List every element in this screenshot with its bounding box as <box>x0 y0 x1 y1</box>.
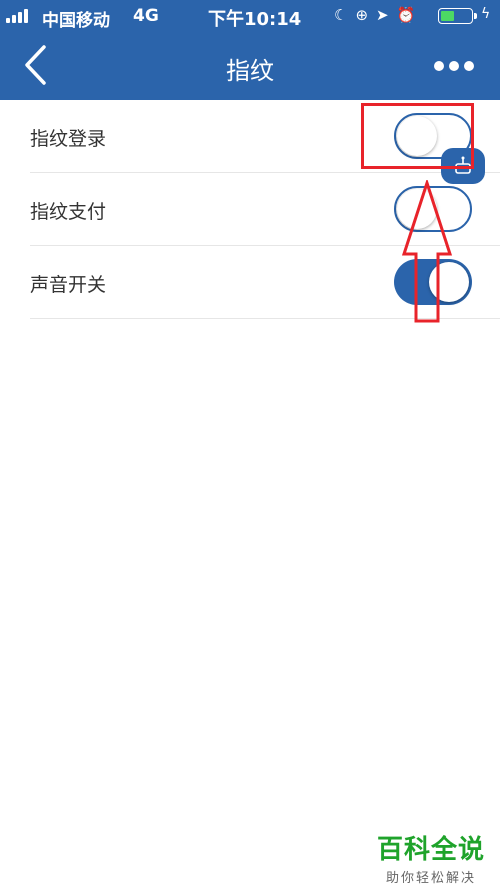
setting-label: 声音开关 <box>30 274 107 296</box>
annotation-highlight-box <box>361 103 474 169</box>
status-icons: ☾⊕➤⏰ <box>334 6 423 24</box>
carrier-name: 中国移动 <box>42 11 110 31</box>
location-icon: ➤ <box>376 6 397 24</box>
watermark-title: 百科全说 <box>376 835 485 865</box>
watermark: 百科全说 助你轻松解决 <box>375 829 487 886</box>
page-title: 指纹 <box>226 57 274 85</box>
status-time: 下午10:14 <box>208 9 302 30</box>
network-type: 4G <box>133 6 159 26</box>
battery-icon <box>438 8 477 24</box>
more-button[interactable] <box>430 54 478 78</box>
setting-label: 指纹登录 <box>30 128 107 150</box>
top-header: 中国移动 4G 下午10:14 ☾⊕➤⏰ ϟ 指纹 <box>0 0 500 100</box>
navigation-bar: 指纹 <box>0 32 500 100</box>
status-bar: 中国移动 4G 下午10:14 ☾⊕➤⏰ ϟ <box>0 0 500 32</box>
signal-strength-icon <box>6 9 36 23</box>
rotation-lock-icon: ⊕ <box>355 6 377 24</box>
setting-label: 指纹支付 <box>30 201 107 223</box>
alarm-icon: ⏰ <box>396 6 424 24</box>
watermark-subtitle: 助你轻松解决 <box>385 871 476 886</box>
annotation-arrow-icon <box>401 180 453 323</box>
more-dots-icon <box>434 61 444 71</box>
moon-icon: ☾ <box>334 6 356 24</box>
charging-icon: ϟ <box>481 6 491 22</box>
